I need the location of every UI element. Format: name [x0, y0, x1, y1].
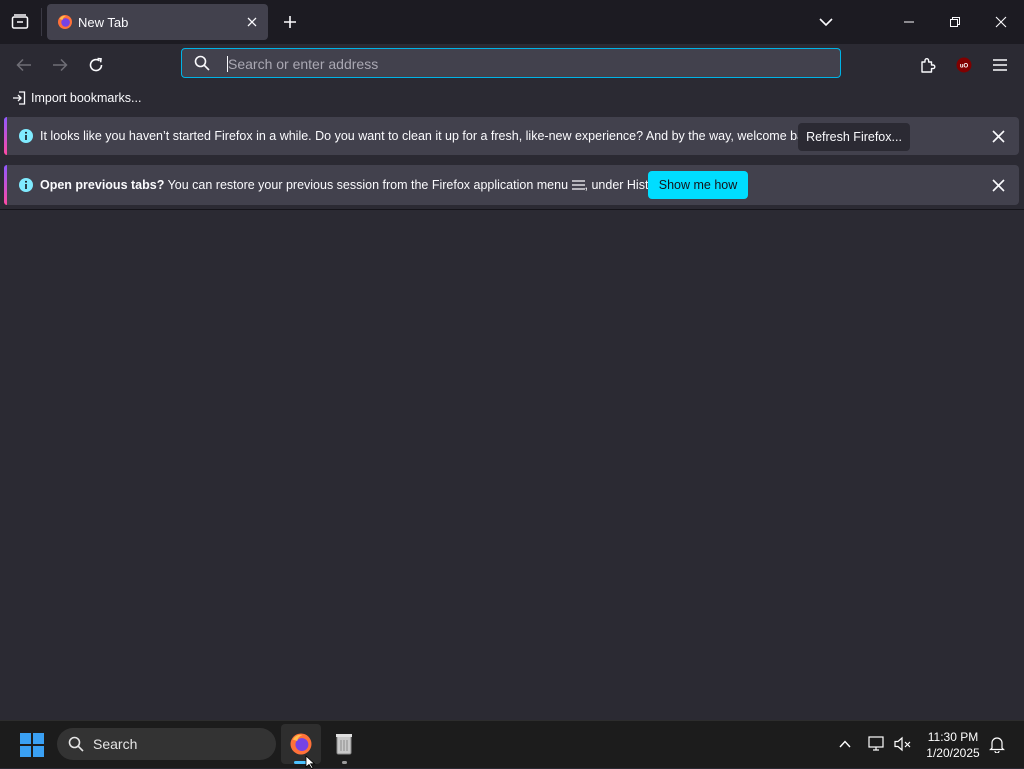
network-status-button[interactable] [866, 733, 888, 755]
minimize-button[interactable] [886, 0, 932, 44]
firefox-view-button[interactable] [8, 10, 32, 34]
notification-close-button[interactable] [989, 127, 1007, 145]
address-input[interactable] [226, 52, 830, 76]
mouse-cursor-icon [305, 755, 316, 769]
recycle-bin-icon [336, 734, 352, 755]
speaker-muted-icon [894, 736, 911, 752]
tab-title: New Tab [78, 15, 129, 30]
notification-message: It looks like you haven’t started Firefo… [40, 129, 821, 143]
info-icon [19, 129, 33, 143]
network-monitor-icon [868, 736, 884, 751]
clock-date: 1/20/2025 [926, 746, 980, 760]
search-icon [68, 736, 84, 752]
firefox-icon [290, 733, 312, 755]
forward-button[interactable] [47, 52, 73, 78]
refresh-firefox-button[interactable]: Refresh Firefox... [798, 123, 910, 151]
close-icon [995, 16, 1007, 28]
bell-icon [989, 737, 1005, 753]
notifications-button[interactable] [986, 733, 1008, 755]
clock-time: 11:30 PM [927, 730, 979, 744]
extensions-button[interactable] [915, 52, 941, 78]
navigation-toolbar: uO [0, 44, 1024, 86]
info-icon [19, 178, 33, 192]
list-all-tabs-button[interactable] [815, 11, 837, 33]
import-icon [13, 91, 26, 105]
refresh-firefox-notification: It looks like you haven’t started Firefo… [4, 117, 1019, 155]
taskbar-search-box[interactable]: Search [57, 728, 276, 760]
bookmarks-toolbar: Import bookmarks... [0, 86, 1024, 112]
tab-bar: New Tab [0, 0, 1024, 44]
arrow-left-icon [16, 58, 31, 72]
app-running-indicator [342, 761, 347, 764]
taskbar-clock[interactable]: 11:30 PM 1/20/2025 [920, 729, 986, 761]
tab-separator [41, 8, 42, 36]
restore-button[interactable] [932, 0, 978, 44]
import-bookmarks-label: Import bookmarks... [31, 91, 142, 105]
firefox-favicon-icon [58, 15, 72, 29]
taskbar-app-button[interactable] [324, 724, 364, 764]
back-button[interactable] [11, 52, 37, 78]
new-tab-button[interactable] [279, 11, 301, 33]
import-bookmarks-button[interactable]: Import bookmarks... [12, 91, 141, 105]
puzzle-piece-icon [921, 58, 936, 73]
notification-message: Open previous tabs? You can restore your… [40, 178, 668, 192]
windows-logo-icon [20, 733, 44, 757]
restore-icon [950, 17, 960, 27]
notification-close-button[interactable] [989, 176, 1007, 194]
search-icon [194, 55, 210, 71]
close-icon [247, 17, 257, 27]
close-window-button[interactable] [978, 0, 1024, 44]
ublock-shield-icon: uO [956, 57, 972, 73]
plus-icon [284, 16, 296, 28]
hamburger-menu-icon [993, 59, 1007, 71]
svg-text:uO: uO [960, 64, 969, 70]
text-caret [227, 56, 228, 72]
tab-close-button[interactable] [244, 14, 260, 30]
taskbar-search-label: Search [93, 736, 138, 752]
chevron-down-icon [819, 18, 833, 27]
reload-button[interactable] [83, 52, 109, 78]
chevron-up-icon [839, 740, 851, 748]
tab-new-tab[interactable]: New Tab [47, 4, 268, 40]
restore-session-notification: Open previous tabs? You can restore your… [4, 165, 1019, 205]
arrow-right-icon [53, 58, 68, 72]
windows-taskbar: Search 11:30 PM 1/20/2025 [0, 720, 1024, 768]
hamburger-menu-icon [571, 180, 585, 190]
notification-text-part1: You can restore your previous session fr… [164, 178, 572, 192]
volume-button[interactable] [892, 733, 914, 755]
minimize-icon [904, 21, 914, 23]
ublock-origin-button[interactable]: uO [951, 52, 977, 78]
show-hidden-icons-button[interactable] [834, 733, 856, 755]
start-button[interactable] [20, 733, 44, 757]
close-icon [991, 129, 1005, 143]
address-bar[interactable] [181, 48, 841, 78]
app-menu-button[interactable] [987, 52, 1013, 78]
notification-accent-stripe [4, 165, 7, 205]
notification-accent-stripe [4, 117, 7, 155]
show-me-how-button[interactable]: Show me how [648, 171, 748, 199]
notification-bold-text: Open previous tabs? [40, 178, 165, 192]
content-area-divider [0, 209, 1024, 210]
reload-icon [89, 57, 103, 72]
firefox-view-icon [11, 14, 29, 29]
close-icon [991, 178, 1005, 192]
